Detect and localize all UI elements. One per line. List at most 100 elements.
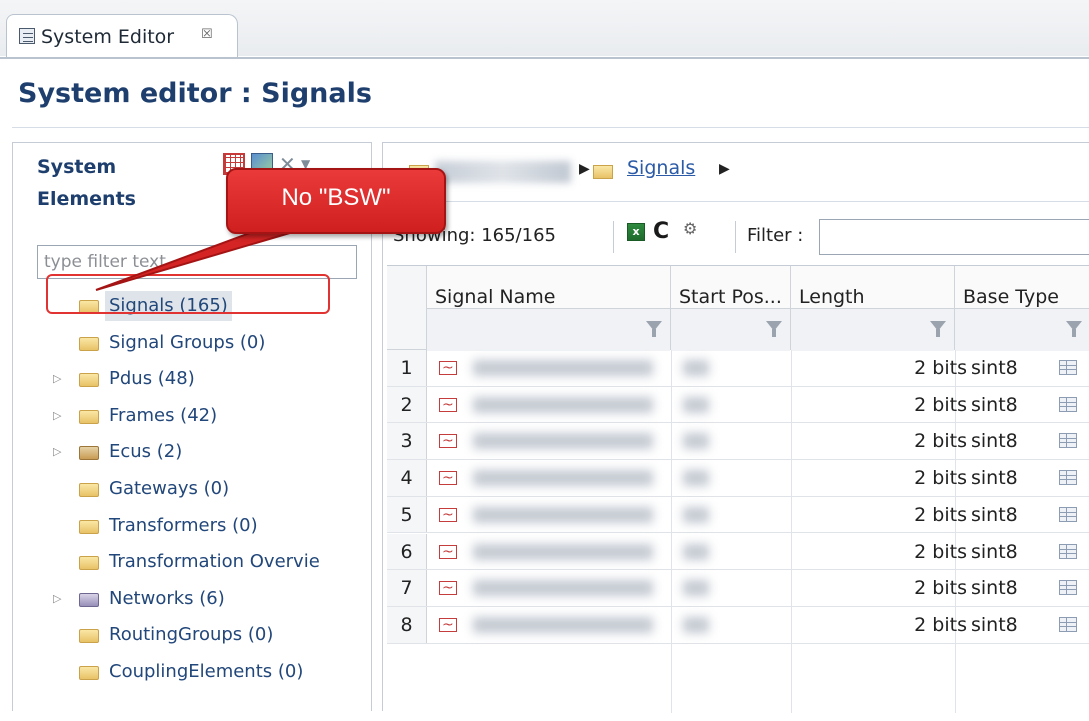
base-type-cell[interactable]: sint8 [971,534,1051,570]
tree-item-label: RoutingGroups (0) [109,624,274,646]
signal-name-redacted[interactable] [467,350,655,386]
signals-table: Signal Name Start Pos... Length Base Typ… [387,265,1089,713]
close-icon[interactable]: ☒ [201,27,213,42]
signal-name-redacted[interactable] [467,534,655,570]
table-editor-icon[interactable] [1059,543,1077,559]
expand-arrow-icon[interactable]: ▷ [53,401,61,431]
signals-panel: ▶ Signals ▶ Showing: 165/165 x C ⚙ Filte… [382,142,1089,713]
table-row[interactable]: 6 2 bitssint8 [387,533,1089,571]
table-row[interactable]: 7 2 bitssint8 [387,570,1089,607]
tree-item-label: Gateways (0) [109,478,230,499]
signal-icon [439,607,457,643]
base-type-cell[interactable]: sint8 [971,570,1051,606]
signal-name-redacted[interactable] [467,607,655,643]
folder-icon [79,409,99,424]
filter-funnel-icon[interactable] [766,321,782,337]
length-cell[interactable]: 2 bits [791,534,967,570]
length-cell[interactable]: 2 bits [791,607,967,643]
redaction-blur [683,470,709,487]
breadcrumb-signals-link[interactable]: Signals [627,157,695,179]
table-editor-icon[interactable] [1059,433,1077,449]
signal-name-redacted[interactable] [467,497,655,533]
tree-item[interactable]: ▷ Ecus (2) [37,437,373,467]
table-row[interactable]: 5 2 bitssint8 [387,496,1089,534]
column-header-length[interactable]: Length [791,266,955,351]
length-cell[interactable]: 2 bits [791,423,967,459]
row-number: 6 [387,533,427,570]
column-header-signal-name[interactable]: Signal Name [427,266,671,351]
tree-item[interactable]: ▷ Pdus (48) [37,364,373,394]
refresh-icon[interactable]: C [653,219,669,244]
length-cell[interactable]: 2 bits [791,460,967,496]
tree-item[interactable]: Signal Groups (0) [37,328,373,358]
signal-name-redacted[interactable] [467,570,655,606]
start-pos-redacted[interactable] [671,350,791,386]
tree-item[interactable]: CouplingElements (0) [37,657,373,687]
length-cell[interactable]: 2 bits [791,387,967,423]
breadcrumb-arrow-icon: ▶ [579,161,590,177]
start-pos-redacted[interactable] [671,497,791,533]
filter-funnel-icon[interactable] [1066,321,1082,337]
signal-name-redacted[interactable] [467,460,655,496]
table-row[interactable]: 2 2 bitssint8 [387,386,1089,424]
folder-icon [79,336,99,351]
table-row[interactable]: 4 2 bitssint8 [387,460,1089,497]
table-editor-icon[interactable] [1059,506,1077,522]
start-pos-redacted[interactable] [671,387,791,423]
column-header-base-type[interactable]: Base Type [955,266,1089,351]
expand-arrow-icon[interactable]: ▷ [53,437,61,467]
export-excel-icon[interactable]: x [627,223,645,241]
tree-item[interactable]: Gateways (0) [37,474,373,504]
table-editor-icon[interactable] [1059,360,1077,375]
base-type-cell[interactable]: sint8 [971,423,1051,459]
tree-item[interactable]: ▷ Networks (6) [37,584,373,614]
start-pos-redacted[interactable] [671,534,791,570]
length-cell[interactable]: 2 bits [791,570,967,606]
base-type-cell[interactable]: sint8 [971,607,1051,643]
expand-arrow-icon[interactable]: ▷ [53,364,61,394]
start-pos-redacted[interactable] [671,423,791,459]
tree-item[interactable]: Transformation Overvie [37,547,373,577]
start-pos-redacted[interactable] [671,460,791,496]
filter-funnel-icon[interactable] [930,321,946,337]
signal-name-redacted[interactable] [467,423,655,459]
base-type-cell[interactable]: sint8 [971,350,1051,386]
tab-underline [0,57,1089,59]
column-header-start-pos[interactable]: Start Pos... [671,266,791,351]
settings-icon[interactable]: ⚙ [683,219,697,238]
expand-arrow-icon[interactable]: ▷ [53,584,61,614]
tree-item[interactable]: ▷ Frames (42) [37,401,373,431]
length-cell[interactable]: 2 bits [791,497,967,533]
signal-icon [439,387,457,423]
tab-system-editor[interactable]: System Editor ☒ [6,14,238,59]
base-type-cell[interactable]: sint8 [971,387,1051,423]
base-type-cell[interactable]: sint8 [971,497,1051,533]
length-cell[interactable]: 2 bits [791,350,967,386]
highlight-box [46,274,330,314]
table-row[interactable]: 1 2 bitssint8 [387,350,1089,387]
tree-item-label: Transformation Overvie [109,551,320,573]
redaction-blur [473,470,653,487]
table-editor-icon[interactable] [1059,396,1077,412]
filter-row [955,308,1089,351]
table-editor-icon[interactable] [1059,580,1077,596]
start-pos-redacted[interactable] [671,570,791,606]
base-type-cell[interactable]: sint8 [971,460,1051,496]
tree-item[interactable]: Transformers (0) [37,511,373,541]
toolbar-separator [735,221,736,253]
redaction-blur [473,360,653,376]
breadcrumb-arrow-icon[interactable]: ▶ [719,161,730,177]
table-editor-icon[interactable] [1059,616,1077,632]
toolbar-separator [613,221,614,253]
signal-name-redacted[interactable] [467,387,655,423]
filter-funnel-icon[interactable] [646,321,662,337]
tree-item[interactable]: RoutingGroups (0) [37,620,373,650]
table-row[interactable]: 3 2 bitssint8 [387,423,1089,461]
redaction-blur [683,433,709,450]
breadcrumb-root-redacted[interactable] [435,161,571,183]
table-row[interactable]: 8 2 bitssint8 [387,606,1089,644]
filter-input[interactable] [819,219,1089,255]
start-pos-redacted[interactable] [671,607,791,643]
table-editor-icon[interactable] [1059,470,1077,486]
folder-icon [79,483,99,497]
